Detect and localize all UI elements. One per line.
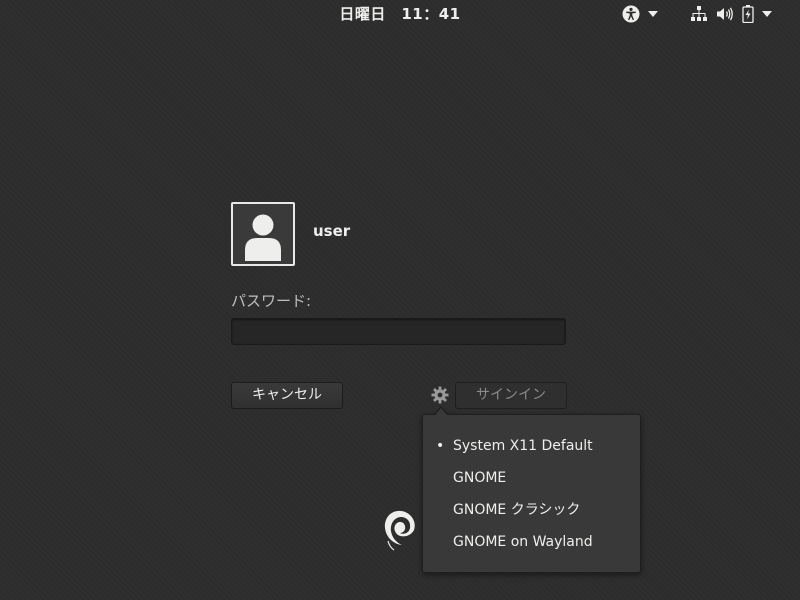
accessibility-icon [622,5,640,23]
signin-button[interactable]: サインイン [455,382,567,409]
session-item-gnome-wayland[interactable]: GNOME on Wayland [423,528,640,556]
accessibility-menu[interactable] [622,5,658,23]
session-item-x11-default[interactable]: • System X11 Default [423,432,640,460]
menu-pointer-fill [434,408,448,416]
login-screen: 日曜日 11：41 user パスワード: キャンセル サインイン • Syst… [0,0,800,600]
battery-charging-icon [742,5,754,23]
session-item-label: System X11 Default [453,438,593,454]
session-item-label: GNOME [453,470,507,486]
session-menu: • System X11 Default GNOME GNOME クラシック G… [422,414,641,573]
session-item-gnome[interactable]: GNOME [423,464,640,492]
gear-icon [431,386,449,404]
system-menu[interactable] [690,5,772,23]
session-settings-button[interactable] [431,386,449,404]
chevron-down-icon [762,11,772,17]
selected-marker: • [436,438,445,454]
password-input[interactable] [231,318,566,345]
username-label: user [313,222,351,240]
chevron-down-icon [648,11,658,17]
session-item-gnome-classic[interactable]: GNOME クラシック [423,496,640,524]
volume-icon [716,6,734,22]
cancel-button[interactable]: キャンセル [231,382,343,409]
top-bar: 日曜日 11：41 [0,0,800,28]
clock[interactable]: 日曜日 11：41 [0,0,800,28]
session-item-label: GNOME on Wayland [453,534,593,550]
password-label: パスワード: [231,292,312,310]
session-item-label: GNOME クラシック [453,502,581,518]
debian-logo [380,505,420,551]
user-icon [245,214,281,261]
network-wired-icon [690,6,708,22]
user-avatar [231,202,295,266]
